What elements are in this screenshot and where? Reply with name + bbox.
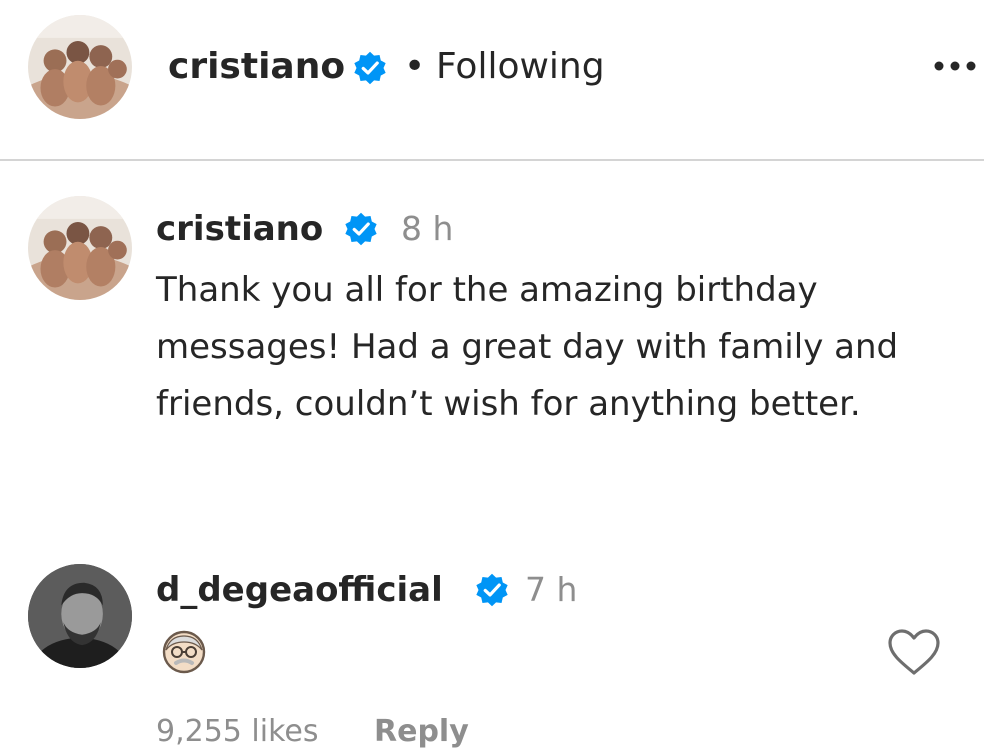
header-divider — [0, 159, 984, 161]
caption-timestamp: 8 h — [401, 209, 454, 248]
caption-text: Thank you all for the amazing birthday m… — [156, 270, 899, 424]
header-avatar[interactable] — [28, 15, 132, 119]
caption-username[interactable]: cristiano — [156, 207, 323, 251]
caption-avatar[interactable] — [28, 196, 132, 300]
portrait-photo-avatar-icon — [28, 564, 132, 668]
like-count[interactable]: 9,255 likes — [156, 712, 318, 752]
verified-badge-icon — [474, 572, 510, 608]
family-photo-avatar-icon — [28, 196, 132, 300]
commenter-avatar[interactable] — [28, 564, 132, 668]
reply-button[interactable]: Reply — [374, 712, 469, 752]
more-options-button[interactable] — [922, 46, 984, 86]
older-man-emoji-icon — [160, 628, 208, 676]
following-button[interactable]: Following — [436, 44, 605, 90]
family-photo-avatar-icon — [28, 15, 132, 119]
verified-badge-icon — [343, 211, 379, 247]
like-button[interactable] — [884, 626, 944, 678]
post-header: cristiano • Following — [0, 0, 984, 160]
more-options-icon — [934, 61, 976, 71]
header-separator: • — [404, 46, 426, 87]
commenter-username[interactable]: d_degeaofficial — [156, 568, 443, 612]
heart-outline-icon — [888, 629, 940, 675]
verified-badge-icon — [352, 50, 388, 86]
comment-timestamp: 7 h — [525, 570, 578, 609]
header-username[interactable]: cristiano — [168, 44, 345, 90]
